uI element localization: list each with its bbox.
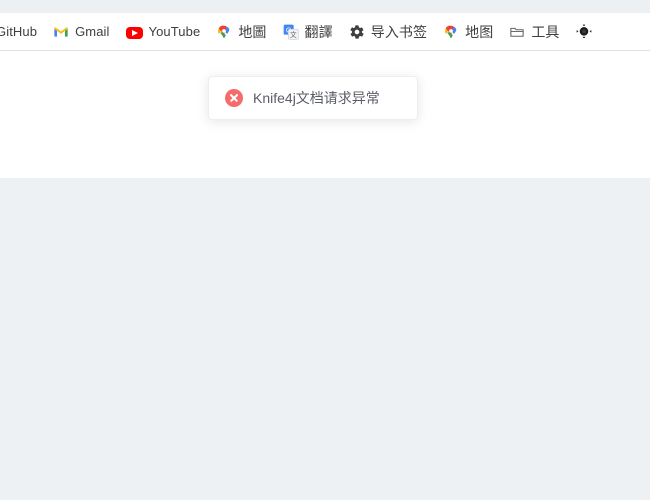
tab-strip-remnant — [0, 0, 650, 13]
bookmark-folder-tools[interactable]: 工具 — [501, 19, 567, 45]
error-circle-icon — [225, 89, 243, 107]
page-content-area — [0, 178, 650, 500]
error-toast[interactable]: Knife4j文档请求异常 — [208, 76, 418, 120]
bookmark-item-github[interactable]: GitHub — [0, 19, 45, 45]
bookmark-label: GitHub — [0, 24, 38, 39]
bookmark-item-import-bookmarks[interactable]: 导入书签 — [341, 19, 435, 45]
maps-pin-icon — [216, 24, 232, 40]
bookmark-item-maps-tc[interactable]: 地圖 — [208, 19, 274, 45]
bookmark-label: 导入书签 — [370, 23, 428, 40]
bookmark-item-youtube[interactable]: YouTube — [118, 19, 209, 45]
bookmarks-bar[interactable]: GitHub Gmail YouTube 地圖 文 翻譯 导入书签 地图 工具 — [0, 13, 650, 51]
svg-text:文: 文 — [290, 30, 297, 39]
bookmark-label: YouTube — [148, 24, 201, 39]
bookmark-item-overflow[interactable] — [568, 19, 606, 45]
youtube-icon — [125, 26, 143, 39]
gmail-icon — [53, 24, 69, 40]
bookmark-label: 地圖 — [238, 23, 267, 40]
translate-icon: G 文 — [283, 24, 299, 40]
dark-pin-icon — [576, 24, 592, 40]
bookmark-label: 地图 — [465, 23, 494, 40]
bookmark-label: 工具 — [531, 23, 560, 40]
bookmark-item-translate[interactable]: G 文 翻譯 — [275, 19, 341, 45]
bookmark-item-gmail[interactable]: Gmail — [45, 19, 117, 45]
folder-icon — [509, 24, 525, 40]
bookmark-item-maps-sc[interactable]: 地图 — [435, 19, 501, 45]
browser-window: GitHub Gmail YouTube 地圖 文 翻譯 导入书签 地图 工具 … — [0, 0, 650, 500]
bookmark-label: Gmail — [75, 24, 110, 39]
maps-pin-icon — [443, 24, 459, 40]
error-toast-message: Knife4j文档请求异常 — [253, 90, 380, 106]
bookmark-label: 翻譯 — [304, 23, 333, 40]
gear-icon — [349, 24, 365, 40]
